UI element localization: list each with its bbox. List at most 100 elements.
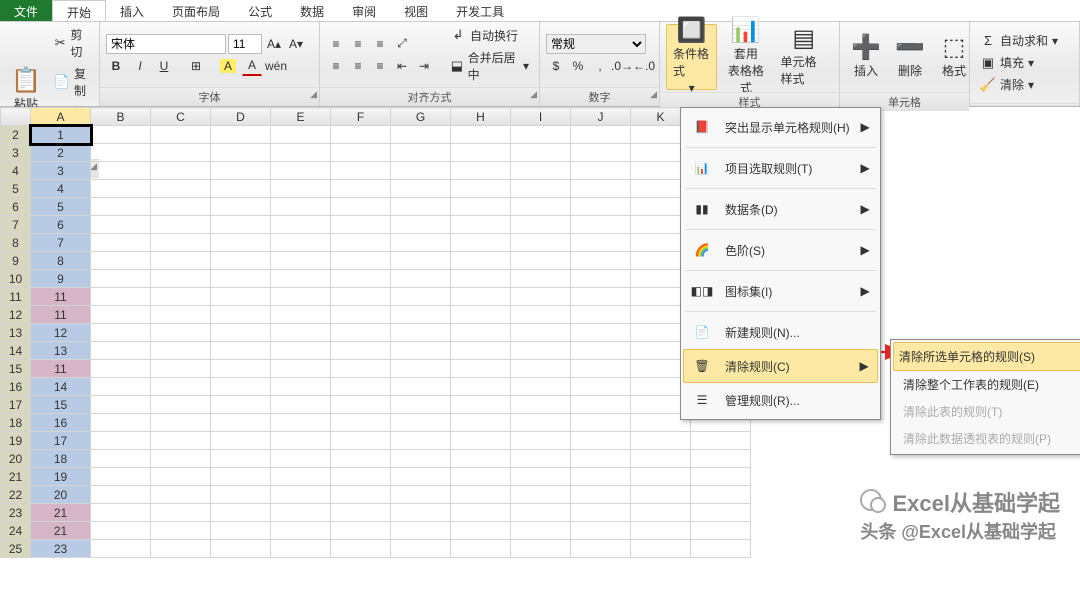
cell[interactable] bbox=[271, 342, 331, 360]
row-header[interactable]: 12 bbox=[1, 306, 31, 324]
cell[interactable] bbox=[451, 216, 511, 234]
cell[interactable] bbox=[391, 324, 451, 342]
menu-clear-rules[interactable]: 🗑清除规则(C)▶ bbox=[683, 349, 878, 383]
cell[interactable] bbox=[271, 324, 331, 342]
cell[interactable] bbox=[451, 324, 511, 342]
row-header[interactable]: 15 bbox=[1, 360, 31, 378]
cell[interactable] bbox=[91, 414, 151, 432]
spreadsheet-grid[interactable]: ABCDEFGHIJKL2132435465768798109111112111… bbox=[0, 107, 751, 558]
cell[interactable] bbox=[511, 540, 571, 558]
cell[interactable] bbox=[91, 522, 151, 540]
cell[interactable] bbox=[391, 198, 451, 216]
cell[interactable] bbox=[511, 468, 571, 486]
cell[interactable] bbox=[91, 126, 151, 144]
cell[interactable] bbox=[271, 216, 331, 234]
submenu-clear-sheet[interactable]: 清除整个工作表的规则(E) bbox=[893, 371, 1080, 398]
cell[interactable] bbox=[271, 396, 331, 414]
cell[interactable] bbox=[151, 522, 211, 540]
cell[interactable] bbox=[511, 252, 571, 270]
cell[interactable] bbox=[571, 162, 631, 180]
insert-cells-button[interactable]: ➕插入 bbox=[846, 24, 886, 90]
cell[interactable] bbox=[331, 252, 391, 270]
cell[interactable] bbox=[511, 180, 571, 198]
cell[interactable] bbox=[331, 522, 391, 540]
cell[interactable] bbox=[211, 342, 271, 360]
cell[interactable]: 14 bbox=[31, 378, 91, 396]
col-header[interactable]: J bbox=[571, 108, 631, 126]
cell[interactable] bbox=[211, 540, 271, 558]
cell[interactable] bbox=[331, 342, 391, 360]
cell[interactable] bbox=[151, 468, 211, 486]
row-header[interactable]: 7 bbox=[1, 216, 31, 234]
row-header[interactable]: 2 bbox=[1, 126, 31, 144]
cell[interactable] bbox=[151, 378, 211, 396]
row-header[interactable]: 20 bbox=[1, 450, 31, 468]
col-header[interactable]: C bbox=[151, 108, 211, 126]
cell[interactable]: 6 bbox=[31, 216, 91, 234]
cell[interactable] bbox=[391, 144, 451, 162]
cell[interactable]: 11 bbox=[31, 288, 91, 306]
number-format-select[interactable]: 常规 bbox=[546, 34, 646, 54]
cell[interactable] bbox=[571, 378, 631, 396]
cell[interactable] bbox=[451, 252, 511, 270]
row-header[interactable]: 22 bbox=[1, 486, 31, 504]
cell[interactable]: 15 bbox=[31, 396, 91, 414]
cell[interactable] bbox=[271, 522, 331, 540]
cell[interactable] bbox=[571, 342, 631, 360]
cell[interactable] bbox=[211, 288, 271, 306]
menu-color-scales[interactable]: 🌈色阶(S)▶ bbox=[683, 233, 878, 267]
grow-font-button[interactable]: A▴ bbox=[264, 34, 284, 54]
cell[interactable] bbox=[91, 486, 151, 504]
cell[interactable] bbox=[91, 144, 151, 162]
cell[interactable] bbox=[391, 306, 451, 324]
cell[interactable] bbox=[631, 468, 691, 486]
cell[interactable] bbox=[571, 468, 631, 486]
cell[interactable] bbox=[331, 126, 391, 144]
cell[interactable] bbox=[391, 378, 451, 396]
row-header[interactable]: 16 bbox=[1, 378, 31, 396]
cell[interactable] bbox=[91, 504, 151, 522]
cell[interactable] bbox=[271, 414, 331, 432]
cell[interactable]: 9 bbox=[31, 270, 91, 288]
cell[interactable]: 2 bbox=[31, 144, 91, 162]
cell[interactable] bbox=[151, 288, 211, 306]
menu-data-bars[interactable]: ▮▮数据条(D)▶ bbox=[683, 192, 878, 226]
cell[interactable] bbox=[691, 450, 751, 468]
copy-button[interactable]: 📄复制 bbox=[50, 63, 93, 101]
cell[interactable]: 16 bbox=[31, 414, 91, 432]
cell[interactable] bbox=[271, 288, 331, 306]
menu-icon-sets[interactable]: ◧◨图标集(I)▶ bbox=[683, 274, 878, 308]
indent-inc-button[interactable]: ⇥ bbox=[414, 56, 434, 76]
tab-pagelayout[interactable]: 页面布局 bbox=[158, 0, 234, 21]
cell[interactable] bbox=[451, 504, 511, 522]
cell[interactable] bbox=[631, 486, 691, 504]
cell[interactable] bbox=[211, 396, 271, 414]
align-bottom-button[interactable]: ≡ bbox=[370, 34, 390, 54]
cell[interactable] bbox=[331, 180, 391, 198]
align-middle-button[interactable]: ≡ bbox=[348, 34, 368, 54]
cell[interactable] bbox=[91, 360, 151, 378]
cell[interactable] bbox=[151, 306, 211, 324]
cell[interactable] bbox=[691, 522, 751, 540]
cell[interactable] bbox=[451, 198, 511, 216]
cell[interactable] bbox=[91, 450, 151, 468]
align-top-button[interactable]: ≡ bbox=[326, 34, 346, 54]
cell[interactable] bbox=[691, 540, 751, 558]
delete-cells-button[interactable]: ➖删除 bbox=[890, 24, 930, 90]
cell[interactable] bbox=[571, 270, 631, 288]
col-header[interactable]: F bbox=[331, 108, 391, 126]
cell[interactable] bbox=[91, 288, 151, 306]
cell[interactable] bbox=[691, 432, 751, 450]
cell-styles-button[interactable]: ▤ 单元格样式 bbox=[774, 24, 833, 90]
cell[interactable] bbox=[511, 234, 571, 252]
cell[interactable] bbox=[691, 504, 751, 522]
cell[interactable]: 23 bbox=[31, 540, 91, 558]
row-header[interactable]: 18 bbox=[1, 414, 31, 432]
cell[interactable] bbox=[691, 468, 751, 486]
cell[interactable] bbox=[331, 486, 391, 504]
cell[interactable]: 21 bbox=[31, 504, 91, 522]
tab-formulas[interactable]: 公式 bbox=[234, 0, 286, 21]
comma-button[interactable]: , bbox=[590, 56, 610, 76]
cell[interactable] bbox=[391, 234, 451, 252]
cell[interactable] bbox=[151, 216, 211, 234]
